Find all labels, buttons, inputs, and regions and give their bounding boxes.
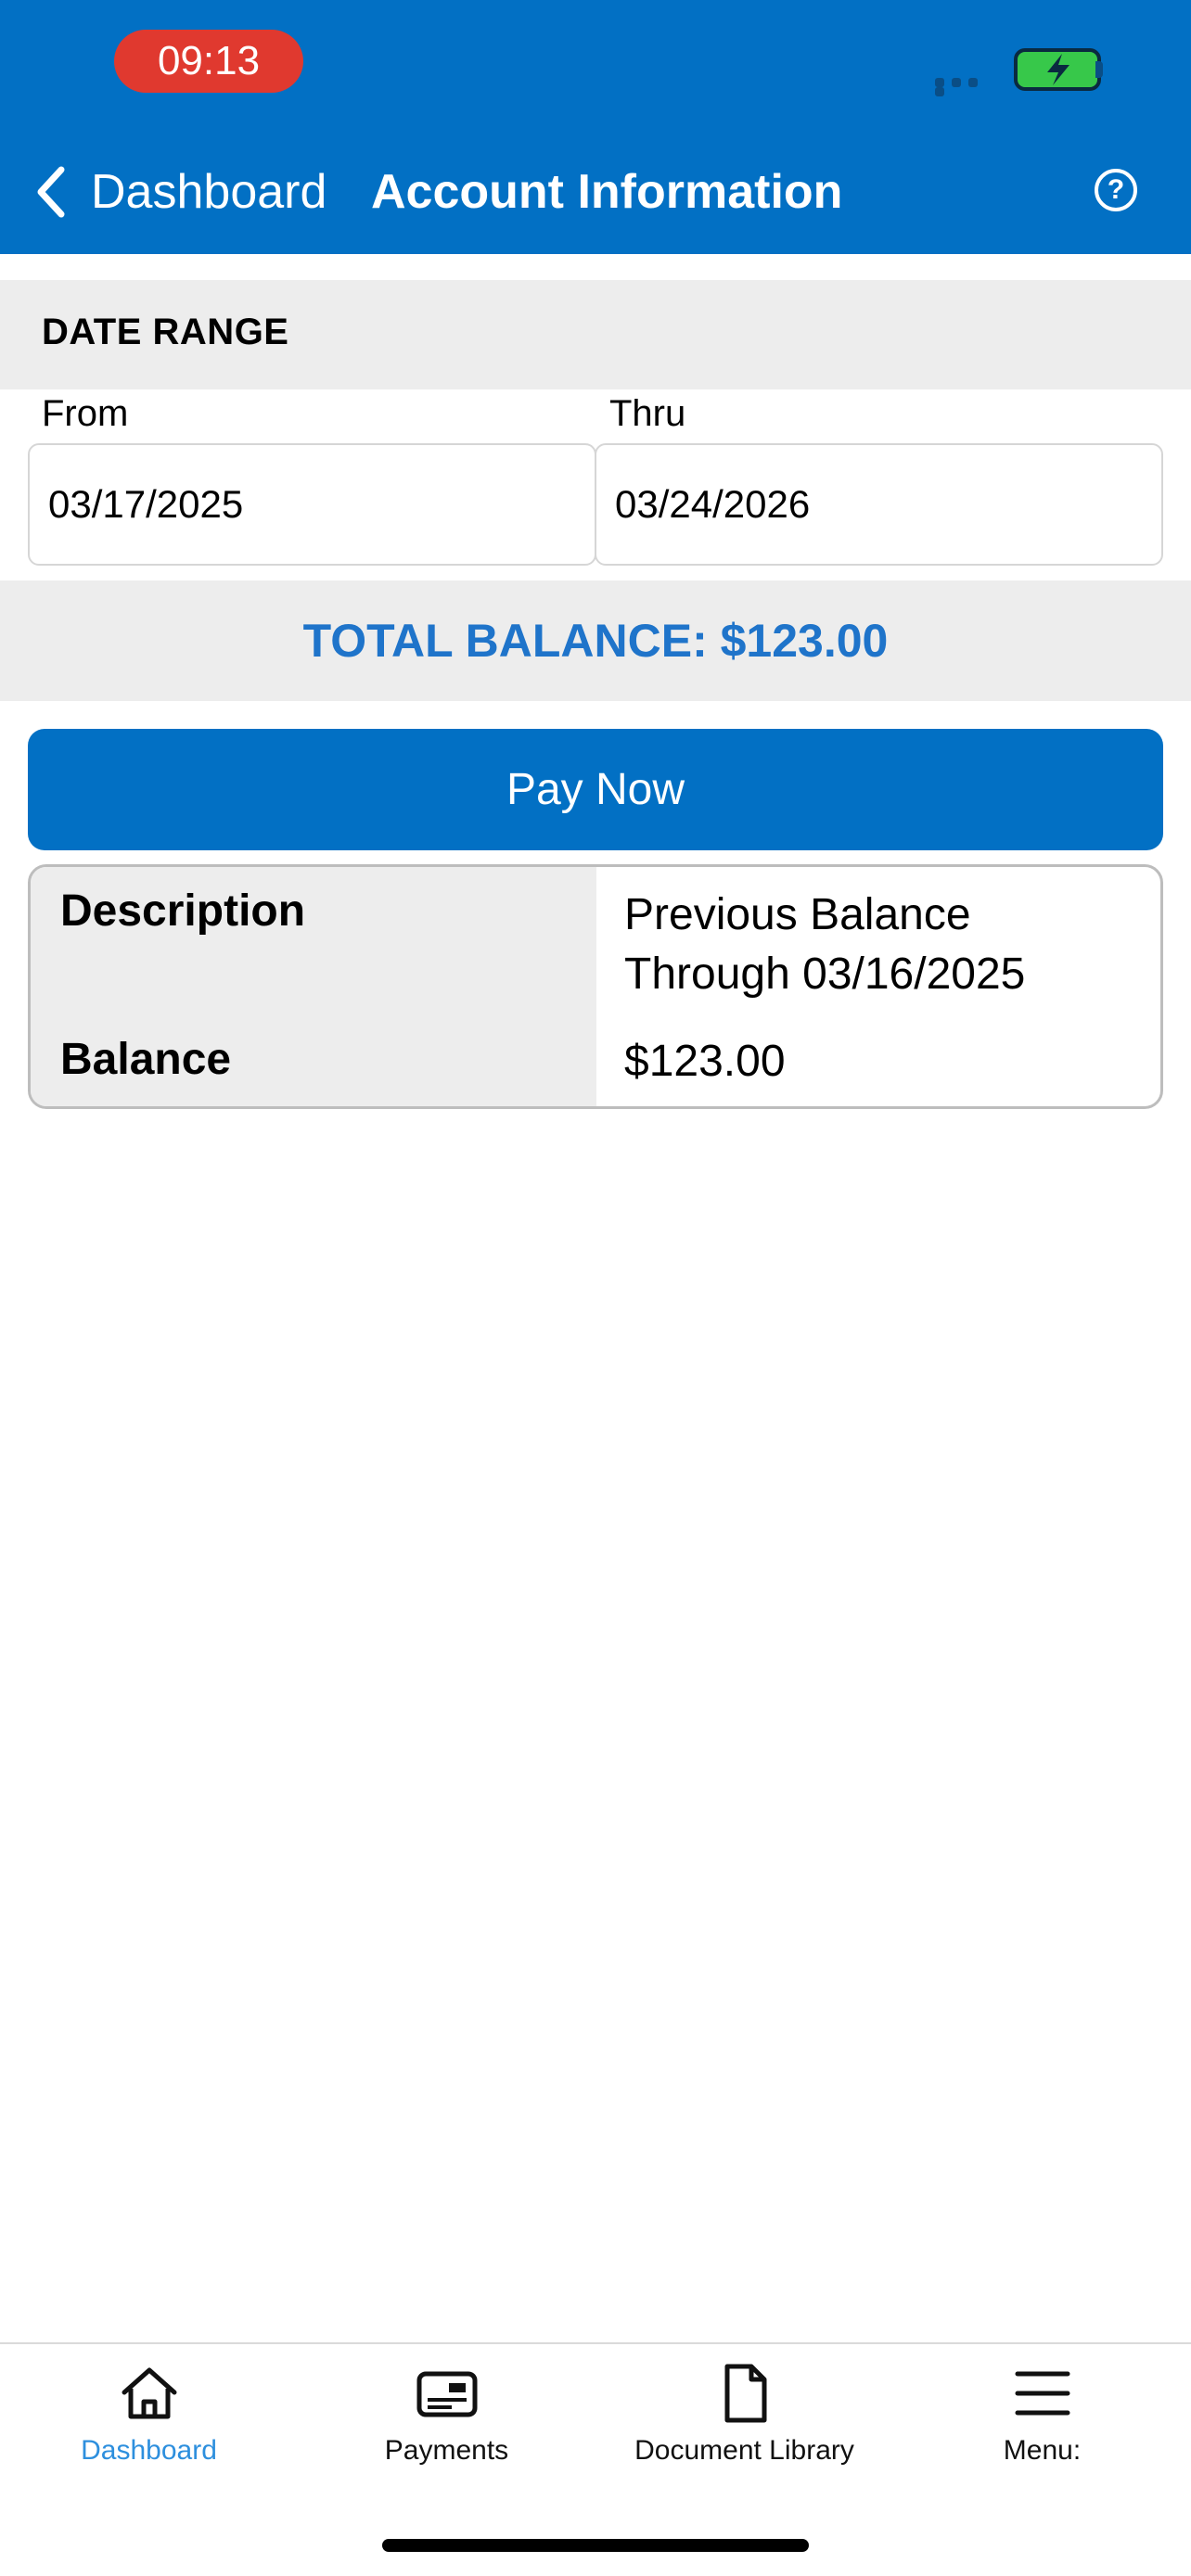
from-label: From: [42, 393, 129, 434]
document-icon: [724, 2364, 766, 2423]
tab-label: Document Library: [634, 2435, 854, 2466]
balance-value: $123.00: [624, 1037, 786, 1086]
home-icon: [122, 2367, 176, 2419]
back-button[interactable]: Dashboard: [33, 159, 327, 224]
payments-icon: [416, 2371, 477, 2417]
thru-label: Thru: [609, 393, 686, 434]
tab-document-library[interactable]: Document Library: [596, 2361, 893, 2481]
battery-tip: [1095, 61, 1103, 78]
description-line1: Previous Balance: [624, 890, 971, 939]
chevron-left-icon: [37, 166, 65, 218]
battery-icon: [1014, 48, 1101, 91]
thru-date-field[interactable]: 03/24/2026: [595, 443, 1163, 566]
balance-label: Balance: [60, 1035, 232, 1084]
page-title: Account Information: [371, 165, 843, 219]
date-range-title: DATE RANGE: [42, 312, 289, 352]
balance-detail-card: Description Previous Balance Through 03/…: [28, 864, 1163, 1109]
status-time: 09:13: [114, 30, 303, 93]
menu-icon: [1015, 2371, 1069, 2416]
from-date-field[interactable]: 03/17/2025: [28, 443, 596, 566]
home-indicator: [382, 2539, 809, 2552]
tab-payments[interactable]: Payments: [298, 2361, 596, 2481]
total-balance: TOTAL BALANCE: $123.00: [302, 615, 889, 667]
signal-icon: [935, 78, 998, 96]
tab-label: Dashboard: [81, 2435, 217, 2466]
tab-menu[interactable]: Menu:: [893, 2361, 1191, 2481]
help-icon[interactable]: ?: [1095, 169, 1137, 211]
pay-now-button[interactable]: Pay Now: [28, 729, 1163, 850]
description-label: Description: [60, 886, 306, 936]
tab-dashboard[interactable]: Dashboard: [0, 2361, 298, 2481]
tab-label: Menu:: [1003, 2435, 1082, 2466]
description-line2: Through 03/16/2025: [624, 950, 1026, 999]
back-label: Dashboard: [91, 165, 327, 219]
tab-label: Payments: [384, 2435, 509, 2466]
